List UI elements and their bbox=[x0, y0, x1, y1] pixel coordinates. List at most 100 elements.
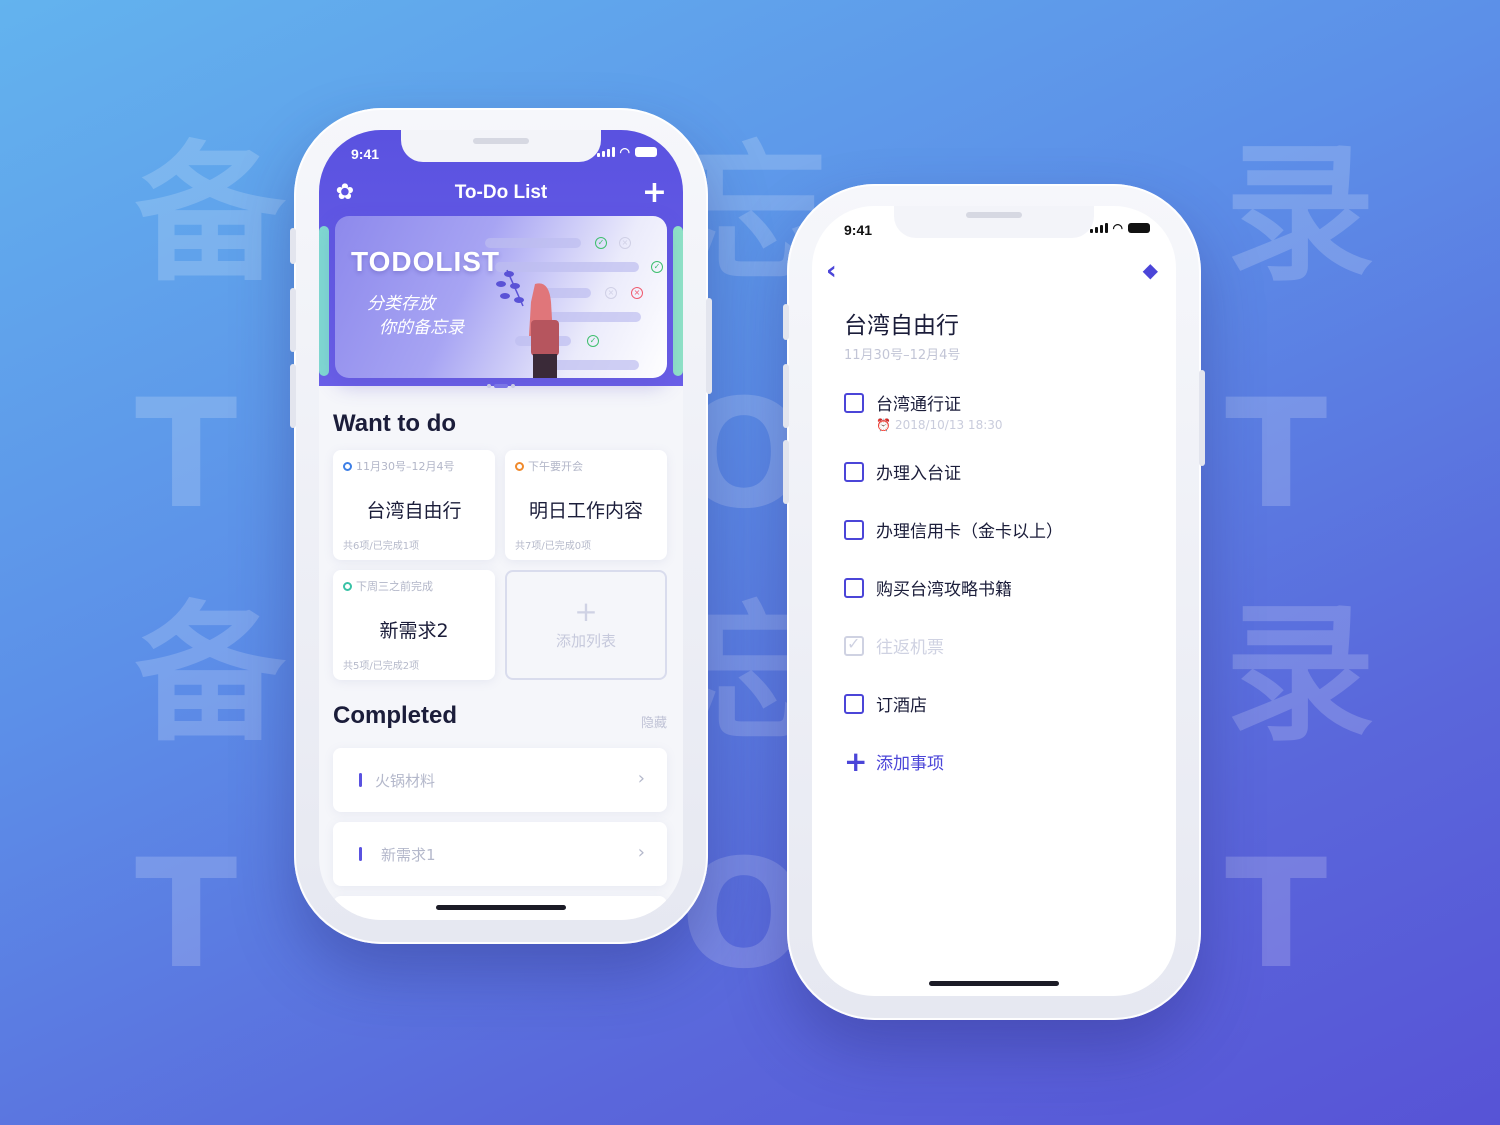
banner-next-peek[interactable] bbox=[673, 226, 683, 376]
banner-title: TODOLIST bbox=[351, 246, 501, 277]
speaker bbox=[473, 138, 529, 144]
reminder-time: 2018/10/13 18:30 bbox=[894, 418, 1003, 432]
power-button bbox=[1199, 370, 1205, 466]
card-progress: 共6项/已完成1项 bbox=[343, 541, 420, 552]
card-tag: 下周三之前完成 bbox=[356, 580, 433, 593]
tag-dot-icon bbox=[515, 461, 524, 471]
plus-icon: + bbox=[844, 744, 868, 778]
alarm-clock-icon: ⏰ bbox=[876, 418, 891, 432]
task-label: 购买台湾攻略书籍 bbox=[876, 580, 1012, 600]
cross-icon: × bbox=[605, 287, 617, 299]
chevron-right-icon: › bbox=[637, 768, 645, 789]
task-item[interactable]: 购买台湾攻略书籍 bbox=[844, 575, 1012, 600]
task-item[interactable]: 订酒店 bbox=[844, 691, 927, 716]
banner-subtitle-line1: 分类存放 bbox=[367, 294, 435, 314]
completed-title: Completed bbox=[333, 702, 458, 729]
want-to-do-title: Want to do bbox=[333, 410, 457, 437]
task-item[interactable]: 办理入台证 bbox=[844, 459, 961, 484]
wifi-icon: ◠ bbox=[619, 145, 630, 159]
plus-icon: + bbox=[574, 595, 598, 628]
screen: 9:41 ◠ ‹ ◆ 台湾自由行 11月30号–12月4号 台湾通行证 ⏰ 20… bbox=[812, 206, 1176, 996]
task-item[interactable]: 台湾通行证 bbox=[844, 390, 961, 415]
banner-carousel[interactable]: ✓ × ✓ × × ✓ TODOLIST 分类存放 你的备忘录 bbox=[335, 216, 667, 378]
add-item-button[interactable]: + 添加事项 bbox=[844, 744, 944, 778]
card-title: 明日工作内容 bbox=[528, 500, 643, 522]
tag-dot-icon bbox=[343, 581, 352, 591]
add-list-button[interactable]: + 添加列表 bbox=[505, 570, 667, 680]
volume-down-button bbox=[290, 364, 296, 428]
nav-title: To-Do List bbox=[454, 182, 548, 203]
home-indicator[interactable] bbox=[436, 905, 566, 910]
hide-completed-link[interactable]: 隐藏 bbox=[641, 712, 667, 731]
volume-up-button bbox=[290, 288, 296, 352]
home-indicator[interactable] bbox=[929, 981, 1059, 986]
watermark-char: T bbox=[135, 368, 238, 542]
battery-icon bbox=[635, 147, 657, 157]
chevron-left-icon[interactable]: ‹ bbox=[826, 258, 837, 284]
watermark-char: T bbox=[135, 828, 238, 1002]
card-progress: 共7项/已完成0项 bbox=[515, 541, 592, 552]
paint-bucket-icon[interactable]: ◆ bbox=[1143, 260, 1158, 280]
add-list-label: 添加列表 bbox=[555, 632, 616, 650]
list-card[interactable]: 下周三之前完成 新需求2 共5项/已完成2项 bbox=[333, 570, 495, 680]
power-button bbox=[706, 298, 712, 394]
task-reminder: ⏰ 2018/10/13 18:30 bbox=[876, 418, 1003, 432]
cross-icon: × bbox=[619, 237, 631, 249]
completed-list-item[interactable]: 新需求1 › bbox=[333, 822, 667, 886]
task-label: 往返机票 bbox=[876, 638, 944, 658]
watermark-char: 录 bbox=[1225, 128, 1376, 302]
task-label: 办理信用卡（金卡以上） bbox=[876, 522, 1063, 542]
completed-list-item[interactable]: 火锅材料 › bbox=[333, 748, 667, 812]
task-label: 订酒店 bbox=[876, 696, 927, 716]
tag-dot-icon bbox=[343, 461, 352, 471]
watermark-char: 备 bbox=[135, 128, 286, 302]
status-time: 9:41 bbox=[351, 146, 380, 162]
volume-up-button bbox=[783, 364, 789, 428]
card-title: 新需求2 bbox=[379, 620, 449, 642]
card-progress: 共5项/已完成2项 bbox=[343, 661, 420, 672]
phone-list-detail: 9:41 ◠ ‹ ◆ 台湾自由行 11月30号–12月4号 台湾通行证 ⏰ 20… bbox=[783, 184, 1205, 1020]
task-label: 办理入台证 bbox=[876, 464, 961, 484]
completed-item-label: 火锅材料 bbox=[375, 772, 436, 790]
watermark-char: T bbox=[1225, 828, 1328, 1002]
status-time: 9:41 bbox=[844, 222, 873, 238]
completed-item-label: 新需求1 bbox=[381, 846, 436, 864]
notch bbox=[401, 130, 601, 162]
carousel-dots[interactable] bbox=[487, 384, 515, 388]
list-card[interactable]: 11月30号–12月4号 台湾自由行 共6项/已完成1项 bbox=[333, 450, 495, 560]
plus-icon[interactable]: + bbox=[642, 178, 667, 208]
cross-icon: × bbox=[631, 287, 643, 299]
list-title: 台湾自由行 bbox=[844, 313, 959, 339]
list-marker bbox=[359, 847, 362, 861]
task-checkbox-checked[interactable] bbox=[844, 634, 864, 656]
check-icon: ✓ bbox=[651, 261, 663, 273]
phone-list-overview: 9:41 ◠ ✿ To-Do List + ✓ × ✓ × × ✓ TODOLI… bbox=[290, 108, 712, 944]
task-item[interactable]: 办理信用卡（金卡以上） bbox=[844, 517, 1063, 542]
task-checkbox[interactable] bbox=[844, 461, 864, 482]
banner-prev-peek[interactable] bbox=[319, 226, 329, 376]
task-checkbox[interactable] bbox=[844, 519, 864, 540]
illustration-woman bbox=[496, 269, 559, 378]
watermark-char: 录 bbox=[1225, 588, 1376, 762]
task-label: 台湾通行证 bbox=[876, 395, 961, 415]
mute-switch bbox=[783, 304, 789, 340]
list-date-range: 11月30号–12月4号 bbox=[844, 348, 961, 363]
screen: 9:41 ◠ ✿ To-Do List + ✓ × ✓ × × ✓ TODOLI… bbox=[319, 130, 683, 920]
chevron-right-icon: › bbox=[637, 842, 645, 863]
task-checkbox[interactable] bbox=[844, 577, 864, 598]
task-item-done[interactable]: 往返机票 bbox=[844, 633, 944, 658]
mute-switch bbox=[290, 228, 296, 264]
banner-subtitle: 分类存放 你的备忘录 bbox=[367, 292, 464, 340]
task-checkbox[interactable] bbox=[844, 693, 864, 714]
card-title: 台湾自由行 bbox=[366, 500, 462, 522]
task-checkbox[interactable] bbox=[844, 392, 864, 413]
watermark-char: T bbox=[1225, 368, 1328, 542]
list-card[interactable]: 下午要开会 明日工作内容 共7项/已完成0项 bbox=[505, 450, 667, 560]
banner-subtitle-line2: 你的备忘录 bbox=[379, 318, 464, 338]
card-tag: 下午要开会 bbox=[528, 460, 583, 473]
check-icon: ✓ bbox=[587, 335, 599, 347]
check-icon: ✓ bbox=[595, 237, 607, 249]
notch bbox=[894, 206, 1094, 238]
card-tag: 11月30号–12月4号 bbox=[356, 460, 455, 473]
add-item-label: 添加事项 bbox=[876, 754, 944, 774]
